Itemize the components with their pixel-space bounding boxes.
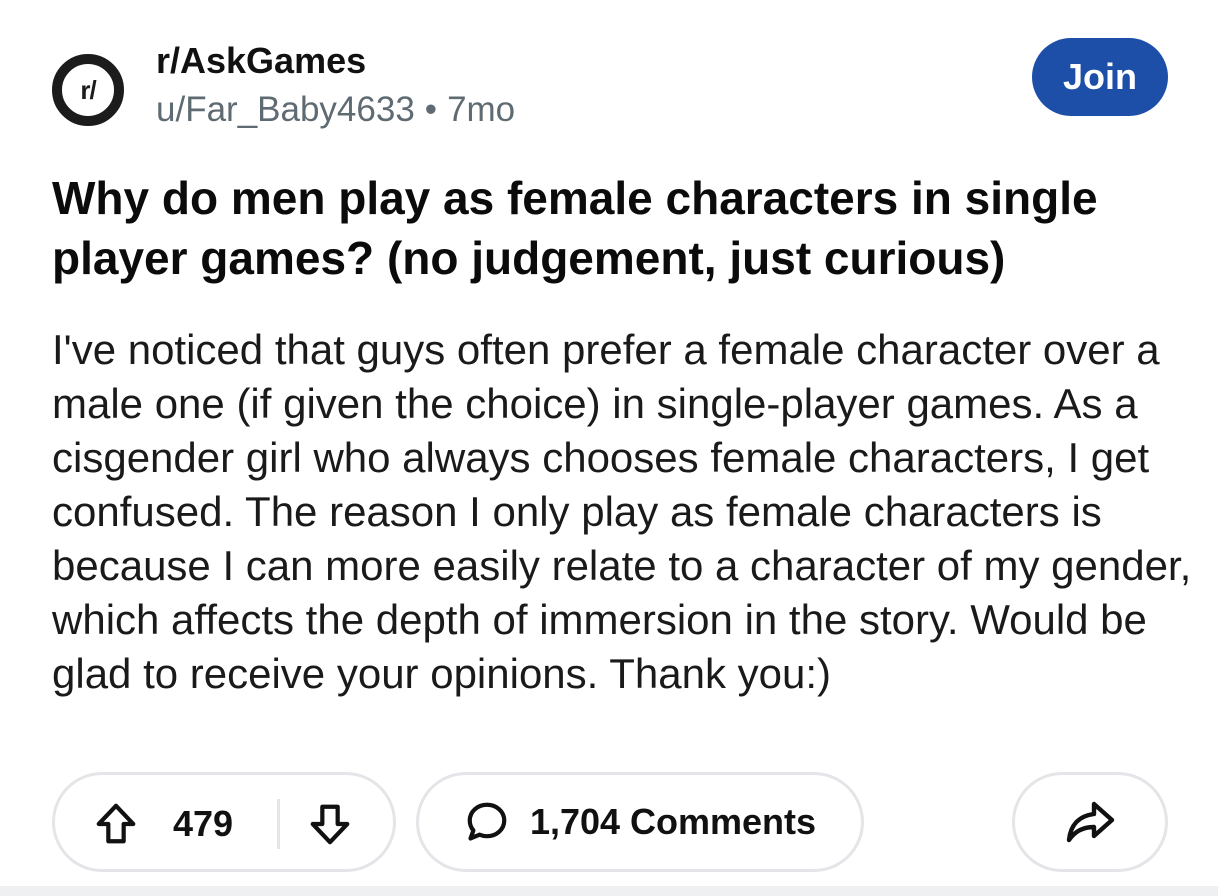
- post-title[interactable]: Why do men play as female characters in …: [52, 168, 1182, 288]
- post-meta: u/Far_Baby4633 • 7mo: [156, 90, 515, 130]
- post-body[interactable]: I've noticed that guys often prefer a fe…: [52, 323, 1192, 701]
- join-button[interactable]: Join: [1032, 38, 1168, 116]
- post-actions-bar: 479 1,704 Comments: [52, 772, 1172, 876]
- subreddit-name[interactable]: r/AskGames: [156, 40, 366, 82]
- subreddit-icon[interactable]: r/: [52, 54, 124, 126]
- vote-divider: [277, 799, 280, 849]
- feed-separator: [0, 886, 1218, 896]
- post-page: r/ r/AskGames u/Far_Baby4633 • 7mo Join Wh…: [0, 0, 1218, 896]
- upvote-arrow-icon[interactable]: [93, 801, 139, 847]
- share-arrow-icon: [1063, 798, 1117, 846]
- meta-separator: •: [424, 90, 438, 129]
- comments-button[interactable]: 1,704 Comments: [416, 772, 864, 872]
- comment-bubble-icon: [464, 799, 510, 845]
- post-age: 7mo: [447, 90, 516, 129]
- post-header: r/ r/AskGames u/Far_Baby4633 • 7mo Join: [52, 38, 1172, 130]
- author-link[interactable]: u/Far_Baby4633: [156, 90, 415, 129]
- vote-control: 479: [52, 772, 396, 872]
- downvote-arrow-icon[interactable]: [307, 801, 353, 847]
- vote-count: 479: [173, 803, 234, 844]
- comments-count-label: 1,704 Comments: [529, 801, 817, 842]
- share-button[interactable]: [1012, 772, 1168, 872]
